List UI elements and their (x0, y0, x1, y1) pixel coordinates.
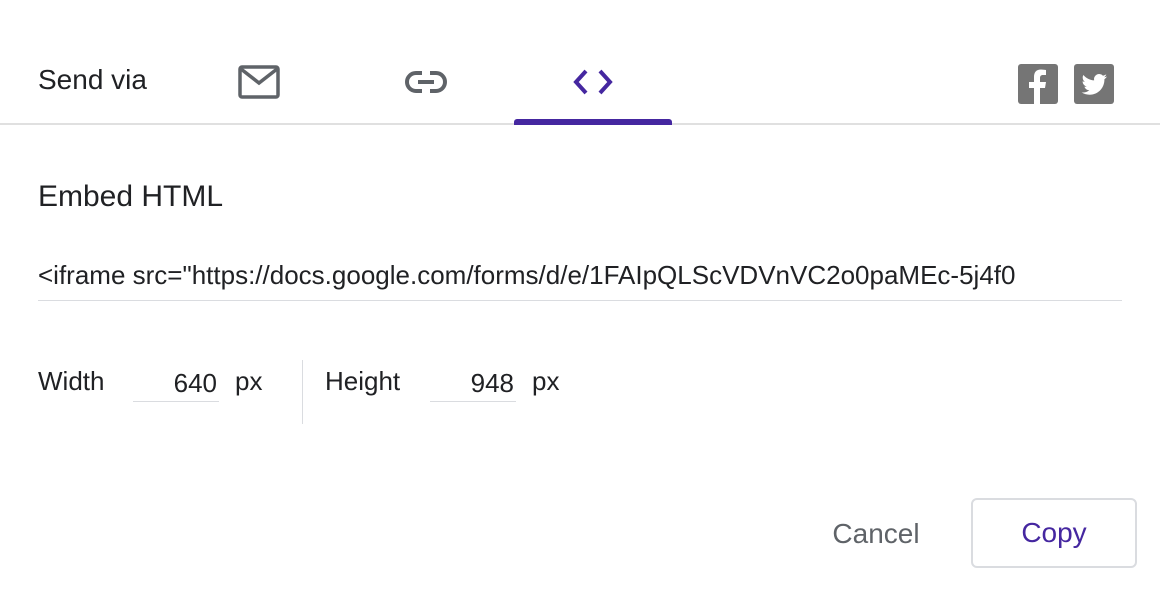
cancel-button[interactable]: Cancel (812, 500, 940, 568)
copy-button[interactable]: Copy (971, 498, 1137, 568)
code-icon (572, 64, 614, 100)
width-input[interactable]: 640 (133, 364, 219, 402)
send-via-label: Send via (38, 64, 147, 95)
height-unit: px (532, 366, 560, 396)
width-unit: px (235, 366, 263, 396)
height-input[interactable]: 948 (430, 364, 516, 402)
embed-code-text[interactable]: <iframe src="https://docs.google.com/for… (38, 260, 1015, 290)
link-icon (405, 64, 447, 100)
tab-email[interactable] (180, 48, 338, 124)
height-label: Height (325, 366, 401, 396)
twitter-share-button[interactable] (1074, 64, 1114, 104)
facebook-share-button[interactable] (1018, 64, 1058, 104)
twitter-icon (1081, 74, 1107, 95)
tab-embed-html[interactable] (514, 48, 672, 125)
width-label: Width (38, 366, 105, 396)
tab-link[interactable] (347, 48, 505, 124)
share-header: Send via (0, 0, 1160, 125)
mail-icon (238, 64, 280, 100)
embed-html-title: Embed HTML (38, 180, 224, 213)
active-tab-indicator (514, 119, 672, 125)
dimension-divider (302, 360, 303, 424)
embed-code-field[interactable]: <iframe src="https://docs.google.com/for… (38, 258, 1122, 301)
facebook-icon (1029, 69, 1046, 104)
